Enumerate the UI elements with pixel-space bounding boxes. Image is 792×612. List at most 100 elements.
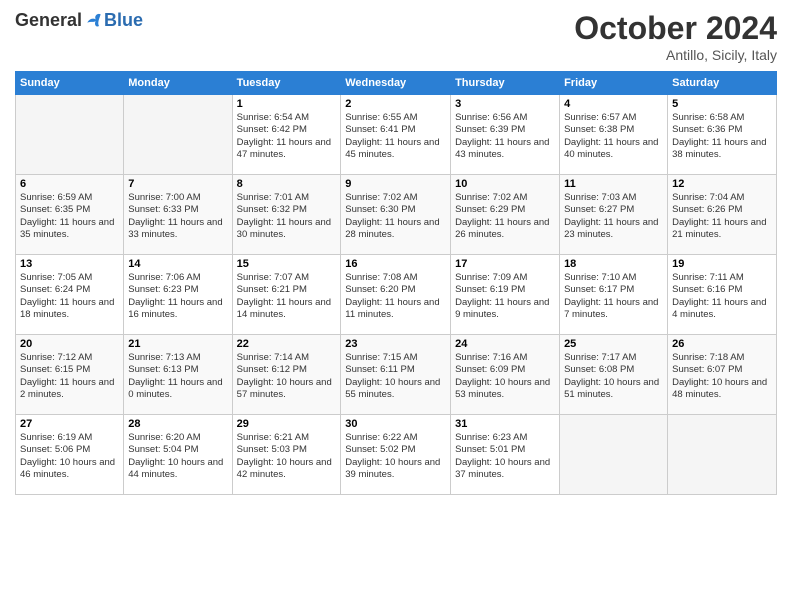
calendar-cell	[124, 95, 232, 175]
day-number: 8	[237, 178, 337, 190]
calendar-cell: 1 Sunrise: 6:54 AM Sunset: 6:42 PM Daylig…	[232, 95, 341, 175]
day-info: Sunrise: 7:05 AM Sunset: 6:24 PM Dayligh…	[20, 272, 119, 321]
calendar-header-row: SundayMondayTuesdayWednesdayThursdayFrid…	[16, 72, 777, 95]
calendar-cell: 16 Sunrise: 7:08 AM Sunset: 6:20 PM Dayli…	[341, 255, 451, 335]
calendar-cell: 9 Sunrise: 7:02 AM Sunset: 6:30 PM Daylig…	[341, 175, 451, 255]
calendar-cell: 6 Sunrise: 6:59 AM Sunset: 6:35 PM Daylig…	[16, 175, 124, 255]
header: General Blue October 2024 Antillo, Sicil…	[15, 10, 777, 63]
day-info: Sunrise: 6:56 AM Sunset: 6:39 PM Dayligh…	[455, 112, 555, 161]
calendar-cell: 5Sunrise: 6:58 AM Sunset: 6:36 PM Daylig…	[668, 95, 777, 175]
day-number: 15	[237, 258, 337, 270]
day-number: 29	[237, 418, 337, 430]
page-container: General Blue October 2024 Antillo, Sicil…	[0, 0, 792, 505]
calendar-cell: 10Sunrise: 7:02 AM Sunset: 6:29 PM Dayli…	[451, 175, 560, 255]
day-info: Sunrise: 6:19 AM Sunset: 5:06 PM Dayligh…	[20, 432, 119, 481]
day-info: Sunrise: 7:03 AM Sunset: 6:27 PM Dayligh…	[564, 192, 663, 241]
day-info: Sunrise: 7:02 AM Sunset: 6:30 PM Dayligh…	[345, 192, 446, 241]
calendar-cell: 22Sunrise: 7:14 AM Sunset: 6:12 PM Dayli…	[232, 335, 341, 415]
calendar-cell: 31 Sunrise: 6:23 AM Sunset: 5:01 PM Dayli…	[451, 415, 560, 495]
logo-bird-icon	[84, 11, 104, 31]
calendar-cell: 4 Sunrise: 6:57 AM Sunset: 6:38 PM Daylig…	[560, 95, 668, 175]
calendar-cell: 26 Sunrise: 7:18 AM Sunset: 6:07 PM Dayli…	[668, 335, 777, 415]
day-number: 18	[564, 258, 663, 270]
day-info: Sunrise: 7:18 AM Sunset: 6:07 PM Dayligh…	[672, 352, 772, 401]
day-number: 24	[455, 338, 555, 350]
column-header-monday: Monday	[124, 72, 232, 95]
day-info: Sunrise: 7:16 AM Sunset: 6:09 PM Dayligh…	[455, 352, 555, 401]
title-section: October 2024 Antillo, Sicily, Italy	[574, 10, 777, 63]
day-info: Sunrise: 7:10 AM Sunset: 6:17 PM Dayligh…	[564, 272, 663, 321]
day-number: 13	[20, 258, 119, 270]
day-number: 2	[345, 98, 446, 110]
day-number: 7	[128, 178, 227, 190]
day-info: Sunrise: 7:06 AM Sunset: 6:23 PM Dayligh…	[128, 272, 227, 321]
day-number: 31	[455, 418, 555, 430]
day-info: Sunrise: 6:20 AM Sunset: 5:04 PM Dayligh…	[128, 432, 227, 481]
calendar-cell: 7 Sunrise: 7:00 AM Sunset: 6:33 PM Daylig…	[124, 175, 232, 255]
calendar-cell: 18 Sunrise: 7:10 AM Sunset: 6:17 PM Dayli…	[560, 255, 668, 335]
calendar-cell: 3 Sunrise: 6:56 AM Sunset: 6:39 PM Daylig…	[451, 95, 560, 175]
day-number: 14	[128, 258, 227, 270]
column-header-wednesday: Wednesday	[341, 72, 451, 95]
day-info: Sunrise: 7:08 AM Sunset: 6:20 PM Dayligh…	[345, 272, 446, 321]
day-info: Sunrise: 6:55 AM Sunset: 6:41 PM Dayligh…	[345, 112, 446, 161]
day-number: 26	[672, 338, 772, 350]
calendar-week-row: 1 Sunrise: 6:54 AM Sunset: 6:42 PM Daylig…	[16, 95, 777, 175]
day-number: 27	[20, 418, 119, 430]
column-header-saturday: Saturday	[668, 72, 777, 95]
day-number: 11	[564, 178, 663, 190]
day-number: 25	[564, 338, 663, 350]
location: Antillo, Sicily, Italy	[574, 47, 777, 63]
day-info: Sunrise: 6:21 AM Sunset: 5:03 PM Dayligh…	[237, 432, 337, 481]
day-number: 30	[345, 418, 446, 430]
calendar-cell: 13 Sunrise: 7:05 AM Sunset: 6:24 PM Dayli…	[16, 255, 124, 335]
day-info: Sunrise: 7:13 AM Sunset: 6:13 PM Dayligh…	[128, 352, 227, 401]
day-info: Sunrise: 6:57 AM Sunset: 6:38 PM Dayligh…	[564, 112, 663, 161]
day-info: Sunrise: 6:59 AM Sunset: 6:35 PM Dayligh…	[20, 192, 119, 241]
day-number: 16	[345, 258, 446, 270]
column-header-thursday: Thursday	[451, 72, 560, 95]
logo: General Blue	[15, 10, 143, 31]
day-number: 19	[672, 258, 772, 270]
day-info: Sunrise: 7:07 AM Sunset: 6:21 PM Dayligh…	[237, 272, 337, 321]
month-title: October 2024	[574, 10, 777, 47]
calendar-cell: 11 Sunrise: 7:03 AM Sunset: 6:27 PM Dayli…	[560, 175, 668, 255]
calendar-cell: 21 Sunrise: 7:13 AM Sunset: 6:13 PM Dayli…	[124, 335, 232, 415]
calendar-cell: 15 Sunrise: 7:07 AM Sunset: 6:21 PM Dayli…	[232, 255, 341, 335]
day-info: Sunrise: 7:01 AM Sunset: 6:32 PM Dayligh…	[237, 192, 337, 241]
day-info: Sunrise: 7:17 AM Sunset: 6:08 PM Dayligh…	[564, 352, 663, 401]
column-header-sunday: Sunday	[16, 72, 124, 95]
day-number: 6	[20, 178, 119, 190]
logo-general-text: General	[15, 10, 82, 31]
day-number: 28	[128, 418, 227, 430]
day-number: 9	[345, 178, 446, 190]
calendar-cell: 25 Sunrise: 7:17 AM Sunset: 6:08 PM Dayli…	[560, 335, 668, 415]
calendar-cell: 28 Sunrise: 6:20 AM Sunset: 5:04 PM Dayli…	[124, 415, 232, 495]
day-number: 23	[345, 338, 446, 350]
calendar-week-row: 13 Sunrise: 7:05 AM Sunset: 6:24 PM Dayli…	[16, 255, 777, 335]
day-info: Sunrise: 7:00 AM Sunset: 6:33 PM Dayligh…	[128, 192, 227, 241]
calendar-cell: 20Sunrise: 7:12 AM Sunset: 6:15 PM Dayli…	[16, 335, 124, 415]
calendar-cell: 2 Sunrise: 6:55 AM Sunset: 6:41 PM Daylig…	[341, 95, 451, 175]
calendar-cell: 8 Sunrise: 7:01 AM Sunset: 6:32 PM Daylig…	[232, 175, 341, 255]
day-info: Sunrise: 7:09 AM Sunset: 6:19 PM Dayligh…	[455, 272, 555, 321]
day-number: 1	[237, 98, 337, 110]
day-info: Sunrise: 7:04 AM Sunset: 6:26 PM Dayligh…	[672, 192, 772, 241]
calendar-cell: 17Sunrise: 7:09 AM Sunset: 6:19 PM Dayli…	[451, 255, 560, 335]
day-number: 4	[564, 98, 663, 110]
day-number: 21	[128, 338, 227, 350]
day-info: Sunrise: 6:54 AM Sunset: 6:42 PM Dayligh…	[237, 112, 337, 161]
calendar-cell: 23Sunrise: 7:15 AM Sunset: 6:11 PM Dayli…	[341, 335, 451, 415]
day-number: 5	[672, 98, 772, 110]
calendar-cell: 12Sunrise: 7:04 AM Sunset: 6:26 PM Dayli…	[668, 175, 777, 255]
day-info: Sunrise: 7:02 AM Sunset: 6:29 PM Dayligh…	[455, 192, 555, 241]
column-header-tuesday: Tuesday	[232, 72, 341, 95]
calendar-week-row: 27 Sunrise: 6:19 AM Sunset: 5:06 PM Dayli…	[16, 415, 777, 495]
calendar-cell: 30Sunrise: 6:22 AM Sunset: 5:02 PM Dayli…	[341, 415, 451, 495]
calendar-cell: 24 Sunrise: 7:16 AM Sunset: 6:09 PM Dayli…	[451, 335, 560, 415]
calendar-week-row: 6 Sunrise: 6:59 AM Sunset: 6:35 PM Daylig…	[16, 175, 777, 255]
day-number: 22	[237, 338, 337, 350]
day-info: Sunrise: 6:23 AM Sunset: 5:01 PM Dayligh…	[455, 432, 555, 481]
calendar-cell: 27 Sunrise: 6:19 AM Sunset: 5:06 PM Dayli…	[16, 415, 124, 495]
day-number: 3	[455, 98, 555, 110]
